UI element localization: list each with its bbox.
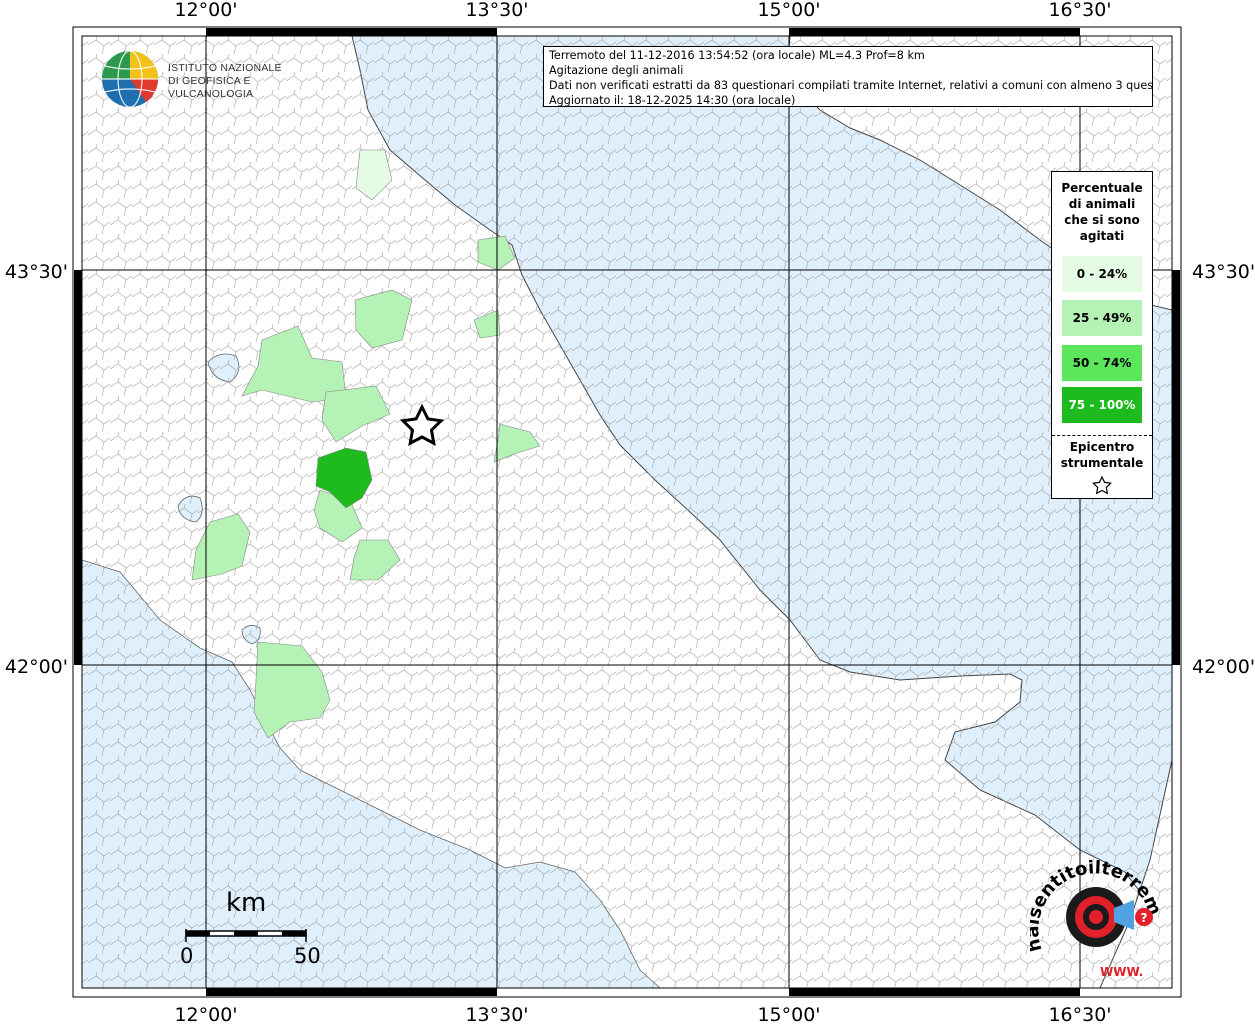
scale-max-label: 50: [294, 944, 321, 968]
scale-min-label: 0: [180, 944, 194, 968]
ingv-logo: ISTITUTO NAZIONALE DI GEOFISICA E VULCAN…: [100, 48, 315, 110]
updated-timestamp: Aggiornato il: 18-12-2025 14:30 (ora loc…: [549, 94, 796, 107]
legend-title-line: di animali: [1068, 197, 1136, 211]
event-title: Terremoto del 11-12-2016 13:54:52 (ora l…: [549, 49, 925, 62]
institute-name-line1: ISTITUTO NAZIONALE: [168, 62, 282, 74]
municipality-borders: [82, 36, 1172, 988]
institute-name-line2: DI GEOFISICA E VULCANOLOGIA: [168, 75, 254, 100]
svg-text:?: ?: [1141, 911, 1148, 925]
legend-divider: [1052, 435, 1152, 436]
lat-label-right: 43°30': [1192, 261, 1255, 283]
legend-epicenter-line: Epicentro: [1069, 440, 1135, 454]
legend: Percentuale di animali che si sono agita…: [1051, 171, 1153, 499]
legend-title-line: Percentuale: [1061, 181, 1143, 195]
event-info-box: Terremoto del 11-12-2016 13:54:52 (ora l…: [543, 46, 1153, 107]
lon-label-top: 15°00': [757, 0, 820, 21]
map-subject: Agitazione degli animali: [549, 64, 684, 77]
legend-epicenter-label: Epicentro strumentale: [1052, 439, 1152, 471]
lon-label-bottom: 13°30': [465, 1004, 528, 1024]
lat-label-right: 42°00': [1192, 656, 1255, 678]
lon-label-top: 13°30': [465, 0, 528, 21]
lat-label-left: 42°00': [5, 656, 68, 678]
lon-label-bottom: 12°00': [174, 1004, 237, 1024]
scale-bar: km 0 50: [176, 888, 326, 978]
legend-item-25-49: 25 - 49%: [1062, 300, 1142, 336]
legend-item-0-24: 0 - 24%: [1062, 256, 1142, 292]
brand-www: WWW.: [1100, 965, 1143, 979]
scale-unit: km: [226, 888, 267, 918]
lat-label-left: 43°30': [5, 261, 68, 283]
legend-item-75-100: 75 - 100%: [1062, 387, 1142, 423]
haisentito-logo: haisentitoilterremoto.it WWW. ?: [1022, 844, 1180, 980]
lon-label-top: 16°30': [1048, 0, 1111, 21]
data-disclaimer: Dati non verificati estratti da 83 quest…: [549, 79, 1153, 92]
legend-title-line: che si sono: [1064, 213, 1140, 227]
legend-epicenter-line: strumentale: [1060, 456, 1144, 470]
lon-label-bottom: 15°00': [757, 1004, 820, 1024]
lon-label-top: 12°00': [174, 0, 237, 21]
lon-label-bottom: 16°30': [1048, 1004, 1111, 1024]
globe-icon: [102, 50, 158, 108]
scale-ruler: [185, 929, 307, 942]
institute-name: ISTITUTO NAZIONALE DI GEOFISICA E VULCAN…: [168, 62, 315, 101]
star-icon: [1092, 475, 1112, 495]
legend-item-50-74: 50 - 74%: [1062, 345, 1142, 381]
legend-title-line: agitati: [1079, 229, 1125, 243]
legend-title: Percentuale di animali che si sono agita…: [1052, 180, 1152, 244]
